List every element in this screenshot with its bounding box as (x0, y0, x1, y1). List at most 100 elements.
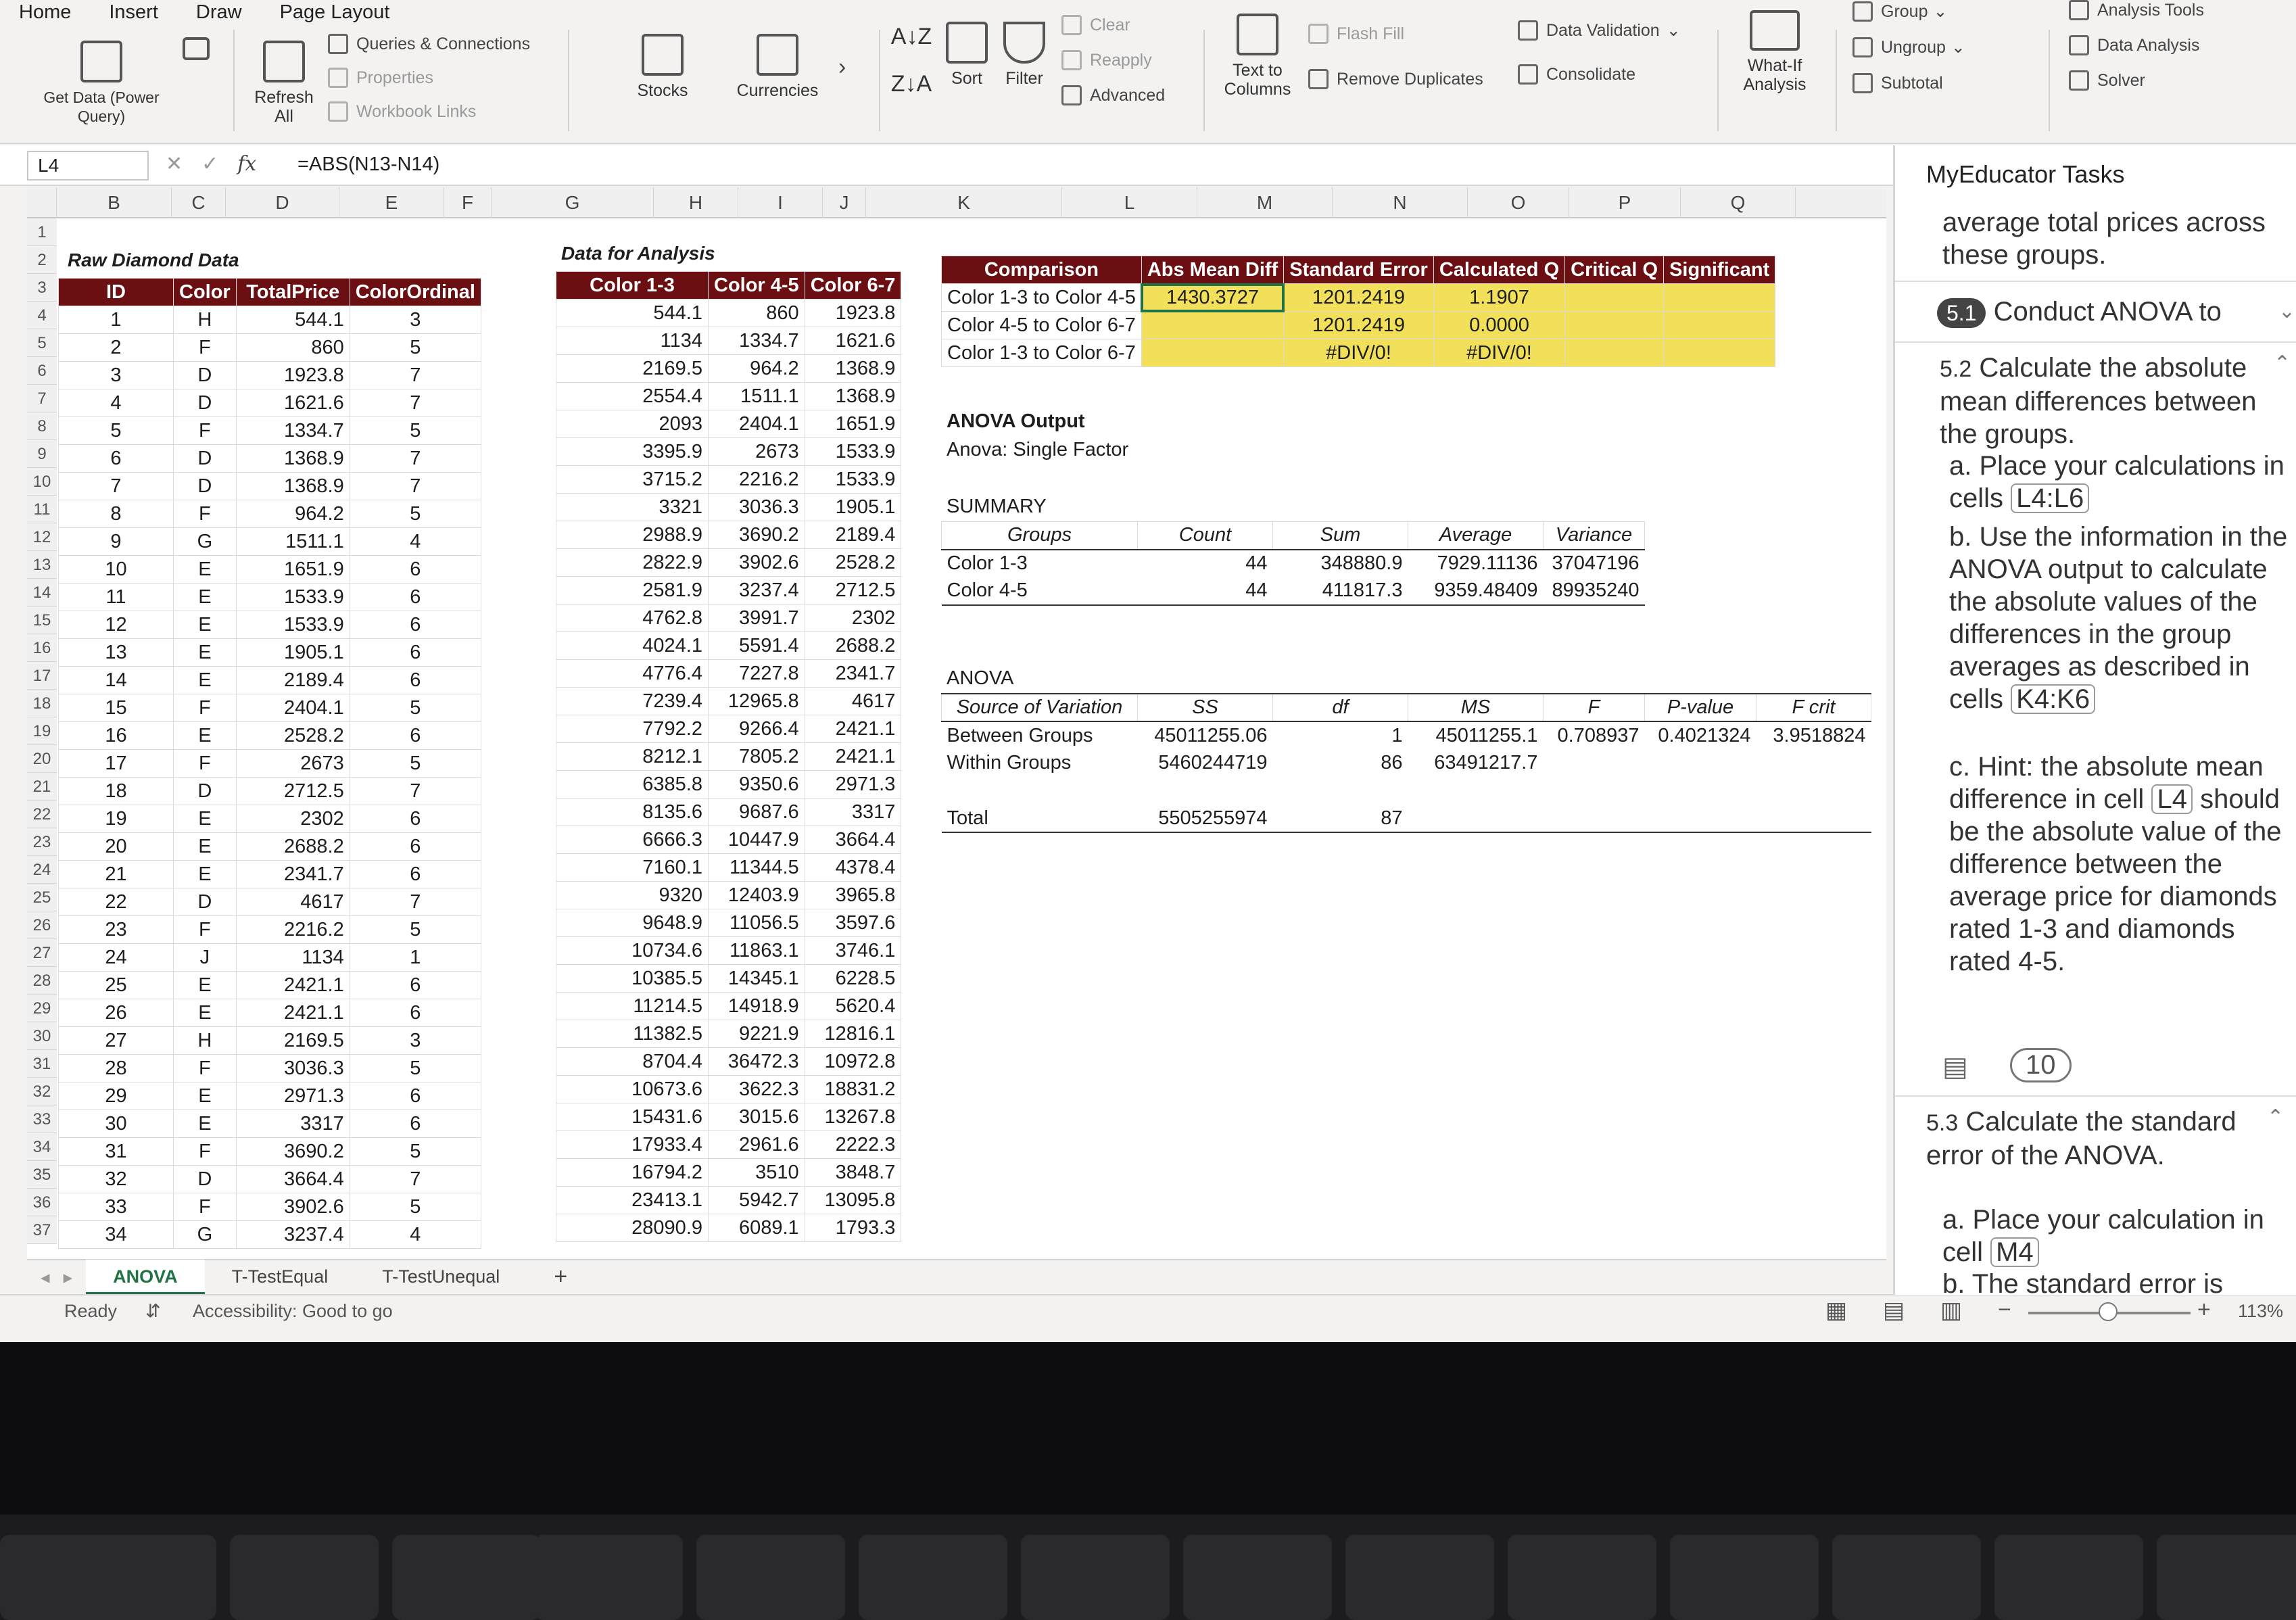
raw-cell[interactable]: 3902.6 (235, 1193, 350, 1221)
flash-fill-button[interactable]: Flash Fill (1308, 24, 1404, 44)
raw-header-cell[interactable]: ID (58, 278, 174, 306)
analysis-cell[interactable]: 2688.2 (804, 632, 902, 660)
analysis-cell[interactable]: 9350.6 (708, 770, 805, 799)
raw-cell[interactable]: E (173, 611, 237, 639)
analysis-cell[interactable]: 3991.7 (708, 604, 805, 632)
summary-cell[interactable]: 7929.11136 (1408, 550, 1544, 577)
summary-header-cell[interactable]: Count (1137, 521, 1273, 550)
column-header-n[interactable]: N (1333, 187, 1468, 218)
raw-cell[interactable]: 6 (349, 638, 481, 667)
get-data-button[interactable]: Get Data (Power Query) (34, 41, 169, 126)
raw-cell[interactable]: E (173, 555, 237, 583)
raw-cell[interactable]: E (173, 721, 237, 750)
summary-cell[interactable]: 37047196 (1544, 550, 1645, 577)
comparison-header-cell[interactable]: Standard Error (1283, 256, 1434, 284)
reapply-button[interactable]: Reapply (1061, 50, 1152, 70)
column-header-j[interactable]: J (823, 187, 866, 218)
row-header[interactable]: 20 (27, 745, 57, 773)
anova-header-cell[interactable]: F crit (1756, 693, 1871, 722)
anova-total-cell[interactable]: 5505255974 (1137, 805, 1273, 833)
sort-button[interactable]: Sort (940, 22, 994, 88)
comparison-label[interactable]: Color 1-3 to Color 6-7 (941, 339, 1142, 367)
chevron-up-icon[interactable]: ⌃ (2274, 352, 2291, 375)
analysis-cell[interactable]: 16794.2 (556, 1158, 709, 1187)
analysis-cell[interactable]: 11214.5 (556, 992, 709, 1020)
analysis-cell[interactable]: 3622.3 (708, 1075, 805, 1103)
anova-cell[interactable]: 5460244719 (1138, 749, 1273, 777)
currencies-button[interactable]: Currencies (717, 34, 838, 100)
analysis-header-cell[interactable]: Color 6-7 (804, 271, 902, 300)
raw-cell[interactable]: D (173, 472, 237, 500)
raw-cell[interactable]: 3237.4 (235, 1220, 350, 1249)
raw-cell[interactable]: F (173, 915, 237, 944)
summary-header-cell[interactable]: Average (1408, 521, 1544, 550)
analysis-cell[interactable]: 9648.9 (556, 909, 709, 937)
raw-cell[interactable]: 26 (58, 999, 174, 1027)
analysis-cell[interactable]: 3965.8 (804, 881, 902, 909)
text-to-columns-button[interactable]: Text to Columns (1210, 14, 1305, 99)
analysis-cell[interactable]: 2712.5 (804, 576, 902, 604)
raw-cell[interactable]: 3664.4 (235, 1165, 350, 1193)
raw-cell[interactable]: 5 (349, 1193, 481, 1221)
raw-cell[interactable]: 5 (349, 1137, 481, 1166)
summary-cell[interactable]: Color 1-3 (942, 550, 1138, 577)
raw-cell[interactable]: 6 (349, 805, 481, 833)
raw-header-cell[interactable]: TotalPrice (235, 278, 350, 306)
analysis-cell[interactable]: 10673.6 (556, 1075, 709, 1103)
tab-scroll-left-icon[interactable]: ◂ (27, 1267, 64, 1288)
comparison-cell[interactable]: 1.1907 (1433, 283, 1566, 312)
row-header[interactable]: 28 (27, 967, 57, 995)
raw-cell[interactable]: 6 (349, 721, 481, 750)
analysis-cell[interactable]: 9221.9 (708, 1020, 805, 1048)
raw-cell[interactable]: E (173, 999, 237, 1027)
column-header-c[interactable]: C (172, 187, 226, 218)
column-header-d[interactable]: D (226, 187, 339, 218)
add-sheet-button[interactable]: + (527, 1260, 594, 1295)
summary-header-cell[interactable]: Sum (1272, 521, 1408, 550)
analysis-cell[interactable]: 1511.1 (708, 382, 805, 410)
comparison-cell[interactable] (1564, 311, 1665, 339)
raw-cell[interactable]: H (173, 1026, 237, 1055)
raw-cell[interactable]: 6 (349, 666, 481, 694)
raw-cell[interactable]: 1368.9 (235, 472, 350, 500)
raw-cell[interactable]: 6 (349, 971, 481, 999)
raw-cell[interactable]: D (173, 361, 237, 389)
raw-cell[interactable]: 8 (58, 500, 174, 528)
raw-cell[interactable]: 544.1 (235, 306, 350, 334)
analysis-cell[interactable]: 6385.8 (556, 770, 709, 799)
raw-cell[interactable]: 7 (349, 777, 481, 805)
row-header[interactable]: 29 (27, 995, 57, 1022)
analysis-header-cell[interactable]: Color 1-3 (556, 271, 709, 300)
summary-cell[interactable]: 89935240 (1543, 577, 1645, 606)
cell-ref-k4-k6[interactable]: K4:K6 (2011, 684, 2096, 714)
ungroup-button[interactable]: Ungroup ⌄ (1852, 37, 1965, 57)
raw-cell[interactable]: E (173, 1110, 237, 1138)
anova-cell[interactable]: 0.4021324 (1645, 721, 1756, 749)
row-header[interactable]: 1 (27, 218, 57, 246)
properties-button[interactable]: Properties (328, 68, 433, 88)
analysis-cell[interactable]: 3237.4 (708, 576, 805, 604)
row-header[interactable]: 6 (27, 357, 57, 385)
analysis-cell[interactable]: 3395.9 (556, 437, 709, 466)
raw-cell[interactable]: F (173, 749, 237, 778)
analysis-cell[interactable]: 1793.3 (804, 1214, 902, 1242)
analysis-cell[interactable]: 544.1 (556, 299, 709, 327)
row-header[interactable]: 14 (27, 579, 57, 606)
raw-cell[interactable]: 24 (58, 943, 174, 972)
raw-cell[interactable]: E (173, 805, 237, 833)
raw-cell[interactable]: G (173, 527, 237, 556)
consolidate-button[interactable]: Consolidate (1518, 64, 1635, 85)
comparison-cell[interactable] (1141, 311, 1285, 339)
raw-cell[interactable]: 2971.3 (235, 1082, 350, 1110)
raw-cell[interactable]: 2528.2 (235, 721, 350, 750)
formula-input[interactable]: =ABS(N13-N14) (297, 153, 439, 176)
raw-cell[interactable]: 6 (349, 555, 481, 583)
raw-cell[interactable]: 5 (349, 694, 481, 722)
comparison-cell[interactable]: #DIV/0! (1283, 339, 1434, 367)
analysis-header-cell[interactable]: Color 4-5 (708, 271, 805, 300)
analysis-cell[interactable]: 23413.1 (556, 1186, 709, 1214)
anova-cell[interactable] (1273, 777, 1408, 805)
analysis-cell[interactable]: 1533.9 (804, 437, 902, 466)
raw-cell[interactable]: 6 (349, 1110, 481, 1138)
raw-cell[interactable]: D (173, 777, 237, 805)
